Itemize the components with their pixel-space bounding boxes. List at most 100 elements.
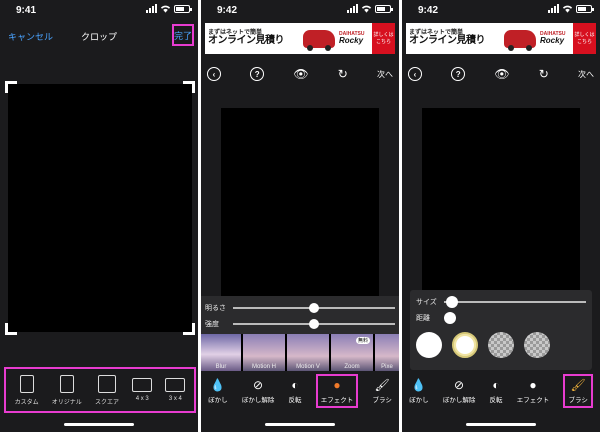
tab-label: エフェクト [320,397,354,404]
home-indicator [466,423,536,426]
eye-icon[interactable]: 👁 [494,67,509,81]
reset-icon[interactable]: ↻ [539,67,549,81]
ratio-3x4-icon [165,378,186,392]
effect-screen: 9:42 まずはネットで簡単 オンライン見積り DAIHATSU Rocky 詳… [201,0,399,432]
slider-thumb[interactable] [446,296,458,308]
ratio-label: カスタム [14,399,39,406]
ad-brand-name: Rocky [339,36,364,45]
ad-text: まずはネットで簡単 オンライン見積り [406,30,502,47]
intensity-slider[interactable]: 強度 [205,316,395,332]
brush-transparent-swatch[interactable] [524,332,550,358]
brush-icon: 🖌 [570,378,586,392]
ratio-3x4[interactable]: 3 x 4 [165,378,186,402]
battery-icon [375,4,393,13]
slider-track[interactable] [444,296,586,308]
status-bar: 9:41 [0,0,198,20]
effect-blur[interactable]: Blur [201,334,241,371]
home-indicator [265,423,335,426]
tab-effect[interactable]: ● エフェクト [517,374,550,404]
brush-selected-swatch[interactable] [452,332,478,358]
done-button[interactable]: 完了 [172,24,194,46]
help-icon[interactable]: ? [250,67,265,81]
ad-cta-button[interactable]: 詳しくはこちら [573,23,596,54]
next-button[interactable]: 次へ [578,69,594,80]
slider-track[interactable] [233,303,395,313]
back-icon[interactable]: ‹ [207,67,221,81]
crop-handle-top-left[interactable] [5,81,17,93]
wifi-icon [361,5,372,13]
ad-banner[interactable]: まずはネットで簡単 オンライン見積り DAIHATSU Rocky 詳しくはこち… [406,23,596,54]
help-icon[interactable]: ? [451,67,466,81]
tab-unblur[interactable]: ⊘ ぼかし解除 [443,374,476,404]
slider-label: 明るさ [205,305,226,312]
slider-label: 強度 [205,321,219,328]
tab-label: エフェクト [516,397,550,404]
crop-handle-bottom-right[interactable] [183,323,195,335]
slider-thumb[interactable] [309,303,319,313]
drop-icon: 💧 [210,378,226,392]
ad-headline: オンライン見積り [208,35,285,47]
ratio-original-icon [59,374,74,393]
status-bar: 9:42 [201,0,399,20]
ad-text: まずはネットで簡単 オンライン見積り [205,30,301,47]
eye-icon[interactable]: 👁 [293,67,308,81]
tab-blur[interactable]: 💧 ぼかし [409,374,429,404]
ad-cta-button[interactable]: 詳しくはこちら [372,23,395,54]
next-button[interactable]: 次へ [377,69,393,80]
brush-solid-swatch[interactable] [416,332,442,358]
tab-label: 反転 [288,397,302,404]
brightness-slider[interactable]: 明るさ [205,300,395,316]
effect-zoom[interactable]: 無料 Zoom [331,334,373,371]
tab-blur[interactable]: 💧 ぼかし [208,374,228,404]
effect-icon: ● [529,378,537,392]
status-bar: 9:42 [402,0,600,20]
signal-icon [548,4,559,13]
crop-handle-bottom-left[interactable] [5,323,17,335]
ratio-label: 4 x 3 [135,396,149,402]
image-canvas[interactable] [221,108,379,296]
wifi-icon [160,5,171,13]
adjust-panel: 明るさ 強度 [201,296,399,334]
signal-icon [347,4,358,13]
slider-thumb[interactable] [444,312,456,324]
reset-icon[interactable]: ↻ [338,67,348,81]
brush-panel: サイズ 距離 [410,290,592,370]
aspect-ratio-bar: カスタム オリジナル スクエア 4 x 3 3 x 4 [4,367,196,413]
tab-effect[interactable]: ● エフェクト [315,374,359,408]
ratio-original[interactable]: オリジナル [52,374,82,406]
effect-label: Zoom [344,364,360,370]
tab-unblur[interactable]: ⊘ ぼかし解除 [242,374,275,404]
tab-invert[interactable]: ◐ 反転 [289,374,302,404]
status-time: 9:42 [217,5,238,16]
crop-handle-top-right[interactable] [183,81,195,93]
tab-invert[interactable]: ◐ 反転 [490,374,503,404]
signal-icon [146,4,157,13]
back-icon[interactable]: ‹ [408,67,422,81]
effect-motion-h[interactable]: Motion H [243,334,285,371]
effect-label: Motion H [251,364,276,370]
effect-motion-v[interactable]: Motion V [287,334,329,371]
ratio-square[interactable]: スクエア [95,374,119,406]
ad-banner[interactable]: まずはネットで簡単 オンライン見積り DAIHATSU Rocky 詳しくはこち… [205,23,395,54]
distance-slider[interactable]: 距離 [416,310,586,326]
ratio-custom[interactable]: カスタム [14,374,39,406]
tab-brush[interactable]: 🖌 ブラシ [563,374,593,408]
status-icons [146,4,192,13]
crop-canvas[interactable] [5,81,195,335]
slider-track[interactable] [233,319,395,329]
brush-soft-swatch[interactable] [488,332,514,358]
ratio-4x3[interactable]: 4 x 3 [132,378,153,402]
effect-pixel[interactable]: Pixe [375,334,399,371]
brush-screen: 9:42 まずはネットで簡単 オンライン見積り DAIHATSU Rocky 詳… [402,0,600,432]
slider-thumb[interactable] [309,319,319,329]
invert-icon: ◐ [492,378,500,392]
tab-brush[interactable]: 🖌 ブラシ [372,374,391,404]
slider-label: 距離 [416,315,430,322]
size-slider[interactable]: サイズ [416,294,586,310]
status-icons [347,4,393,13]
tab-label: ブラシ [372,397,392,404]
invert-icon: ◐ [291,378,299,392]
ratio-4x3-icon [132,378,153,392]
effect-label: Motion V [296,364,320,370]
tab-label: ブラシ [568,397,588,404]
